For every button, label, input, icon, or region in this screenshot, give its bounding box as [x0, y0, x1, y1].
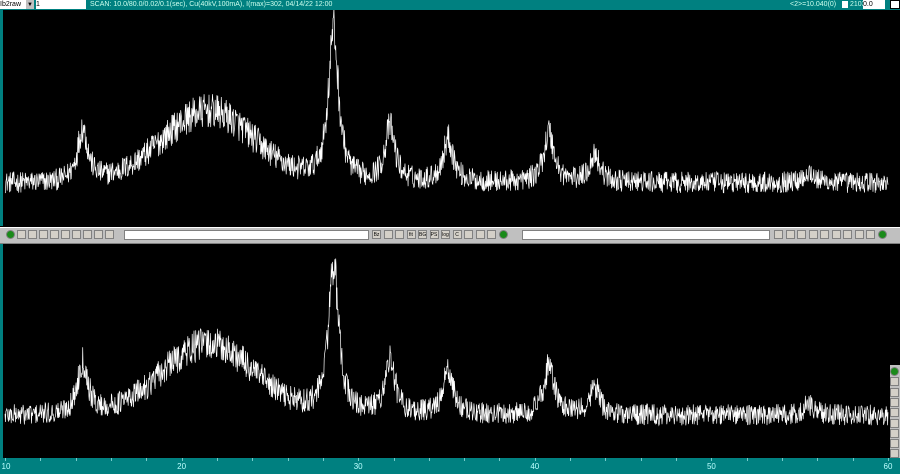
vertical-toolbar: [890, 365, 900, 460]
r2-button[interactable]: [785, 230, 795, 239]
diffraction-pattern-line: [4, 258, 889, 427]
top-status-bar: Ib2raw ▼ 1 SCAN: 10.0/80.0/0.02/0.1(sec)…: [0, 0, 900, 10]
scan-info: SCAN: 10.0/80.0/0.02/0.1(sec), Cu(40kV,1…: [90, 1, 333, 8]
checkbox[interactable]: [842, 1, 848, 8]
help-button[interactable]: [890, 367, 899, 376]
zoom-button[interactable]: [383, 230, 393, 239]
axis-tick: [746, 458, 748, 461]
axis-tick: [216, 458, 218, 461]
b4-button[interactable]: [890, 397, 899, 407]
cursor-position: <2>=10.040(0): [790, 1, 837, 8]
main-toolbar: Bz fit BG PS log C: [0, 227, 900, 244]
axis-tick-label: 50: [706, 462, 716, 471]
axis-tick: [252, 458, 254, 461]
axis-tick: [75, 458, 77, 461]
shrink-button[interactable]: [890, 439, 899, 449]
axis-tick: [428, 458, 430, 461]
axis-tick-label: 20: [177, 462, 187, 471]
r6-button[interactable]: [831, 230, 841, 239]
r7-button[interactable]: [843, 230, 852, 239]
settings-button-button[interactable]: [17, 230, 26, 239]
help-button[interactable]: [877, 230, 887, 239]
pattern-panel-top[interactable]: [0, 10, 890, 226]
axis-tick: [5, 458, 6, 461]
b6-button[interactable]: [890, 418, 899, 428]
b3-button[interactable]: [28, 230, 37, 239]
axis-tick: [676, 458, 678, 461]
bg-button[interactable]: BG: [418, 230, 427, 239]
axis-tick-label: 60: [883, 462, 893, 471]
axis-tick: [358, 458, 360, 461]
dropdown-input[interactable]: [522, 230, 770, 240]
value-field[interactable]: 0.0: [863, 0, 885, 9]
command-input[interactable]: [124, 230, 369, 240]
axis-tick: [146, 458, 148, 461]
pattern-plot-top: [4, 10, 889, 194]
b6-button[interactable]: [61, 230, 70, 239]
b-button[interactable]: [464, 230, 473, 239]
axis-tick: [181, 458, 183, 461]
axis-tick: [852, 458, 854, 461]
bz-button[interactable]: Bz: [372, 230, 381, 239]
pattern-panel-bottom[interactable]: [0, 244, 890, 458]
help-button-button[interactable]: [6, 230, 15, 239]
help-button[interactable]: [498, 230, 508, 239]
ps-button[interactable]: PS: [429, 230, 439, 239]
peak-button[interactable]: [395, 230, 404, 239]
window-button[interactable]: [890, 0, 900, 9]
pattern-plot-bottom: [4, 258, 889, 427]
b5-button[interactable]: [50, 230, 59, 239]
axis-tick: [499, 458, 501, 461]
r3-button[interactable]: [797, 230, 806, 239]
r4-button[interactable]: [808, 230, 818, 239]
r1-button[interactable]: [774, 230, 783, 239]
dropdown-arrow-icon[interactable]: ▼: [26, 0, 34, 9]
c-button[interactable]: C: [452, 230, 462, 239]
r5-button[interactable]: [820, 230, 829, 239]
b8-button[interactable]: [83, 230, 92, 239]
c-button[interactable]: [475, 230, 485, 239]
axis-tick: [640, 458, 642, 461]
shrink-v-button[interactable]: [890, 387, 899, 397]
axis-tick-label: 40: [530, 462, 540, 471]
b4-button[interactable]: [39, 230, 48, 239]
fit-button[interactable]: fit: [406, 230, 416, 239]
axis-tick-label: 30: [353, 462, 363, 471]
axis-tick: [393, 458, 395, 461]
view-button[interactable]: [487, 230, 496, 239]
axis-tick-label: 10: [1, 462, 11, 471]
axis-tick: [110, 458, 112, 461]
diffraction-pattern-line: [4, 10, 889, 194]
axis-tick: [322, 458, 324, 461]
axis-tick: [464, 458, 466, 461]
r8-button[interactable]: [854, 230, 864, 239]
axis-tick: [817, 458, 819, 461]
axis-tick: [287, 458, 289, 461]
axis-tick: [40, 458, 42, 461]
r9-button[interactable]: [866, 230, 875, 239]
axis-tick: [711, 458, 713, 461]
axis-tick: [534, 458, 536, 461]
b9-button[interactable]: [94, 230, 103, 239]
b10-button[interactable]: [105, 230, 114, 239]
axis-tick: [605, 458, 607, 461]
scan-type-value: Ib2raw: [0, 1, 22, 8]
file-field[interactable]: 1: [36, 0, 86, 9]
log-button[interactable]: log: [441, 230, 450, 239]
expand-h-button[interactable]: [890, 377, 899, 387]
axis-tick: [888, 458, 889, 461]
axis-tick: [782, 458, 784, 461]
expand-button[interactable]: [890, 428, 899, 438]
b7-button[interactable]: [72, 230, 81, 239]
two-theta-axis: 10 20 30 40 50 60: [0, 458, 900, 474]
b5-button[interactable]: [890, 408, 899, 418]
axis-tick: [570, 458, 572, 461]
